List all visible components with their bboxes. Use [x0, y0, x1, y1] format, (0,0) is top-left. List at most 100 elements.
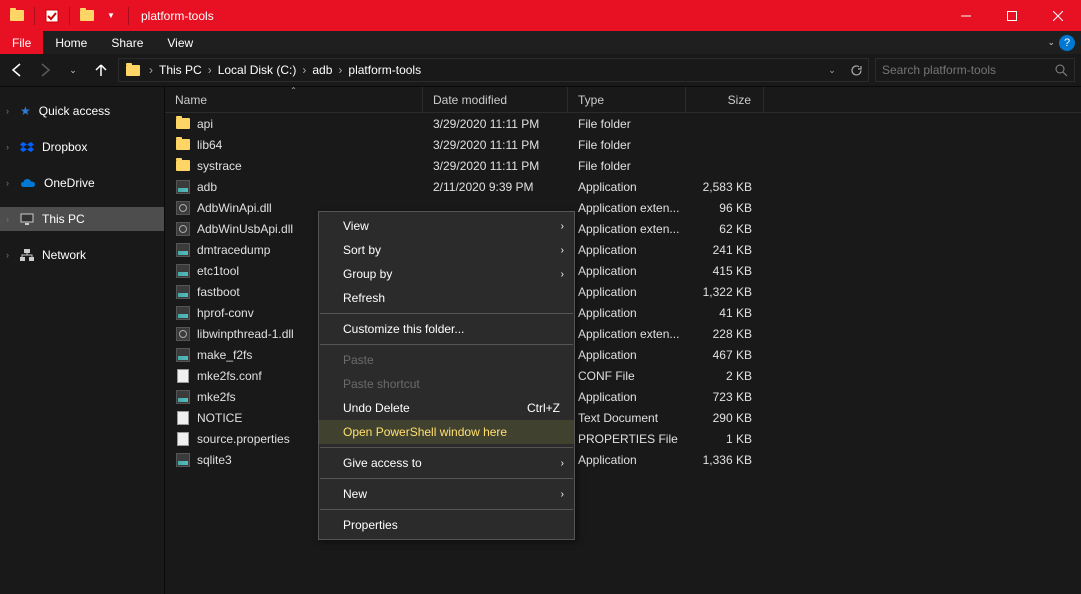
view-tab[interactable]: View — [155, 31, 205, 54]
file-row[interactable]: api3/29/2020 11:11 PMFile folder — [165, 113, 1081, 134]
file-date: 3/29/2020 11:11 PM — [423, 159, 568, 173]
column-size[interactable]: Size — [686, 87, 764, 112]
file-row[interactable]: sqlite3Application1,336 KB — [165, 449, 1081, 470]
ribbon-expand-icon[interactable]: ⌄ — [1047, 37, 1055, 48]
qat-dropdown-icon[interactable]: ▼ — [100, 5, 122, 27]
file-size: 723 KB — [686, 390, 764, 404]
file-name: adb — [197, 180, 217, 194]
text-file-icon — [177, 411, 189, 425]
sidebar-item-this-pc[interactable]: › This PC — [0, 207, 164, 231]
breadcrumb[interactable]: Local Disk (C:) — [214, 63, 301, 77]
search-box[interactable] — [875, 58, 1075, 82]
file-name: sqlite3 — [197, 453, 232, 467]
search-icon[interactable] — [1055, 64, 1068, 77]
file-type: PROPERTIES File — [568, 432, 686, 446]
sidebar-item-network[interactable]: › Network — [0, 243, 164, 267]
file-row[interactable]: systrace3/29/2020 11:11 PMFile folder — [165, 155, 1081, 176]
chevron-right-icon: › — [561, 269, 564, 280]
separator — [320, 447, 573, 448]
file-row[interactable]: etc1toolApplication415 KB — [165, 260, 1081, 281]
file-row[interactable]: NOTICEText Document290 KB — [165, 407, 1081, 428]
sidebar-item-label: Quick access — [39, 104, 110, 118]
application-icon — [176, 348, 190, 362]
file-row[interactable]: mke2fsApplication723 KB — [165, 386, 1081, 407]
dropbox-icon — [20, 140, 34, 154]
up-button[interactable] — [90, 59, 112, 81]
share-tab[interactable]: Share — [99, 31, 155, 54]
monitor-icon — [20, 213, 34, 225]
file-row[interactable]: hprof-convApplication41 KB — [165, 302, 1081, 323]
home-tab[interactable]: Home — [43, 31, 99, 54]
chevron-right-icon: › — [561, 221, 564, 232]
sidebar-item-dropbox[interactable]: › Dropbox — [0, 135, 164, 159]
file-type: Application — [568, 306, 686, 320]
chevron-right-icon[interactable]: › — [300, 63, 308, 77]
new-folder-qat-icon[interactable] — [76, 5, 98, 27]
file-name: make_f2fs — [197, 348, 252, 362]
file-row[interactable]: lib643/29/2020 11:11 PMFile folder — [165, 134, 1081, 155]
chevron-right-icon[interactable]: › — [6, 106, 9, 116]
chevron-right-icon[interactable]: › — [6, 214, 9, 224]
file-row[interactable]: adb2/11/2020 9:39 PMApplication2,583 KB — [165, 176, 1081, 197]
file-row[interactable]: mke2fs.confCONF File2 KB — [165, 365, 1081, 386]
file-row[interactable]: source.propertiesPROPERTIES File1 KB — [165, 428, 1081, 449]
forward-button[interactable] — [34, 59, 56, 81]
recent-locations-button[interactable]: ⌄ — [62, 59, 84, 81]
column-name[interactable]: ⌃ Name — [165, 87, 423, 112]
ctx-customize[interactable]: Customize this folder... — [319, 317, 574, 341]
ctx-refresh[interactable]: Refresh — [319, 286, 574, 310]
file-name: AdbWinUsbApi.dll — [197, 222, 293, 236]
breadcrumb[interactable]: platform-tools — [344, 63, 425, 77]
file-size: 1,322 KB — [686, 285, 764, 299]
chevron-right-icon[interactable]: › — [6, 142, 9, 152]
ctx-give-access[interactable]: Give access to› — [319, 451, 574, 475]
file-size: 290 KB — [686, 411, 764, 425]
file-row[interactable]: dmtracedumpApplication241 KB — [165, 239, 1081, 260]
conf-file-icon — [177, 369, 189, 383]
folder-icon — [176, 160, 190, 171]
file-row[interactable]: make_f2fsApplication467 KB — [165, 344, 1081, 365]
column-type[interactable]: Type — [568, 87, 686, 112]
file-row[interactable]: AdbWinUsbApi.dllApplication exten...62 K… — [165, 218, 1081, 239]
sidebar-item-label: Dropbox — [42, 140, 87, 154]
breadcrumb[interactable]: adb — [308, 63, 336, 77]
file-type: Application exten... — [568, 222, 686, 236]
chevron-right-icon[interactable]: › — [6, 178, 9, 188]
breadcrumb[interactable]: This PC — [155, 63, 206, 77]
ctx-group-by[interactable]: Group by› — [319, 262, 574, 286]
address-bar[interactable]: › This PC › Local Disk (C:) › adb › plat… — [118, 58, 869, 82]
file-type: Application exten... — [568, 201, 686, 215]
ctx-new[interactable]: New› — [319, 482, 574, 506]
sidebar-item-quick-access[interactable]: › ★ Quick access — [0, 99, 164, 123]
star-icon: ★ — [20, 104, 31, 118]
file-row[interactable]: AdbWinApi.dll Application exten...96 KB — [165, 197, 1081, 218]
chevron-right-icon[interactable]: › — [336, 63, 344, 77]
ctx-properties[interactable]: Properties — [319, 513, 574, 537]
address-dropdown-icon[interactable]: ⌄ — [820, 59, 844, 81]
ctx-undo-delete[interactable]: Undo DeleteCtrl+Z — [319, 396, 574, 420]
properties-qat-icon[interactable] — [41, 5, 63, 27]
close-button[interactable] — [1035, 0, 1081, 31]
help-icon[interactable]: ? — [1059, 35, 1075, 51]
chevron-right-icon[interactable]: › — [147, 63, 155, 77]
file-name: mke2fs — [197, 390, 236, 404]
search-input[interactable] — [882, 63, 1055, 77]
file-name: AdbWinApi.dll — [197, 201, 272, 215]
file-size: 1 KB — [686, 432, 764, 446]
file-row[interactable]: libwinpthread-1.dllApplication exten...2… — [165, 323, 1081, 344]
sidebar-item-onedrive[interactable]: › OneDrive — [0, 171, 164, 195]
chevron-right-icon[interactable]: › — [206, 63, 214, 77]
chevron-right-icon[interactable]: › — [6, 250, 9, 260]
file-size: 96 KB — [686, 201, 764, 215]
ctx-view[interactable]: View› — [319, 214, 574, 238]
maximize-button[interactable] — [989, 0, 1035, 31]
file-tab[interactable]: File — [0, 31, 43, 54]
ctx-open-powershell[interactable]: Open PowerShell window here — [319, 420, 574, 444]
column-date[interactable]: Date modified — [423, 87, 568, 112]
minimize-button[interactable] — [943, 0, 989, 31]
back-button[interactable] — [6, 59, 28, 81]
separator — [320, 344, 573, 345]
ctx-sort-by[interactable]: Sort by› — [319, 238, 574, 262]
refresh-icon[interactable] — [844, 59, 868, 81]
file-row[interactable]: fastbootApplication1,322 KB — [165, 281, 1081, 302]
